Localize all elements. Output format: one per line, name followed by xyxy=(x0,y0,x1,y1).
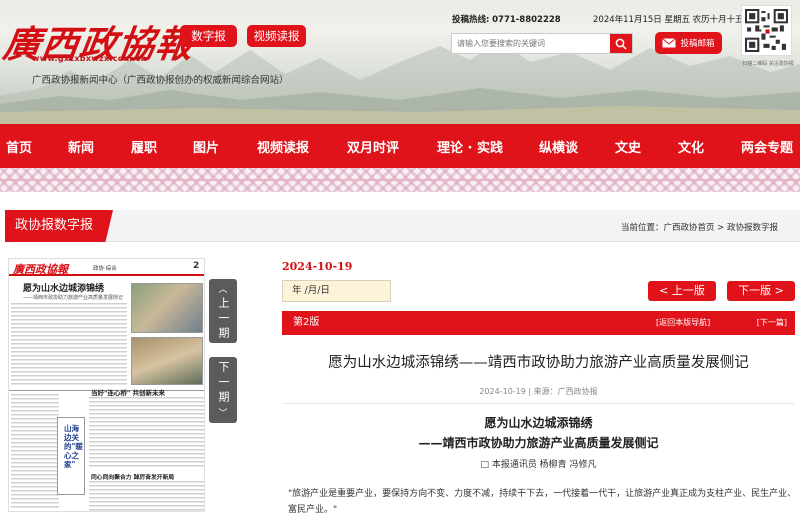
chevron-down-icon: ﹀ xyxy=(218,409,228,419)
paper-headline: 愿为山水边城添锦绣 xyxy=(23,284,105,294)
nav-item-8[interactable]: 文史 xyxy=(615,137,641,156)
nav-item-4[interactable]: 视频读报 xyxy=(257,137,309,156)
newspaper-page-thumbnail[interactable]: 廣西政協報 政协·综合 2 愿为山水边城添锦绣 ——靖西市政协助力旅游产业高质量… xyxy=(8,258,205,512)
site-description: 广西政协报新闻中心（广西政协报创办的权威新闻综合网站） xyxy=(32,75,289,86)
search-button[interactable] xyxy=(610,34,632,53)
edition-bar: 第2版 [返回本版导航] [下一篇] xyxy=(282,311,795,335)
article-body: "旅游产业是重要产业，要保持方向不变、力度不减，持续干下去，一代接着一代干，让旅… xyxy=(288,489,797,515)
article-divider xyxy=(284,403,794,404)
date-picker[interactable]: 年 /月/日 xyxy=(282,280,391,302)
hotline: 投稿热线: 0771-8802228 xyxy=(452,13,561,25)
nav-item-10[interactable]: 两会专题 xyxy=(741,137,793,156)
nav-item-2[interactable]: 履职 xyxy=(131,137,157,156)
article-subheading: ——靖西市政协助力旅游产业高质量发展侧记 xyxy=(418,436,659,450)
next-issue-label: 下一期 xyxy=(217,361,230,406)
paper-text-block-1 xyxy=(11,303,127,387)
hotline-number: 0771-8802228 xyxy=(492,15,561,25)
prev-page-button[interactable]: < 上一版 xyxy=(648,281,716,301)
current-date: 2024年11月15日 星期五 农历十月十五 xyxy=(593,15,744,25)
nav-item-1[interactable]: 新闻 xyxy=(68,137,94,156)
logo-url: www.gxzxbxwzx.com.cn xyxy=(32,54,147,63)
paper-text-block-2 xyxy=(89,397,204,469)
paper-photo-2 xyxy=(131,337,203,385)
breadcrumb[interactable]: 当前位置：广西政协首页 > 政协报数字报 xyxy=(621,221,778,233)
paper-photo-1 xyxy=(131,283,203,333)
paper-side-text: 山海边关的"暖心之家" xyxy=(64,424,83,469)
article-author: □ 本报通讯员 杨柳青 冯修凡 xyxy=(480,460,597,470)
prev-issue-label: 上一期 xyxy=(217,297,230,342)
nav-item-0[interactable]: 首页 xyxy=(6,137,32,156)
paper-box1-title: 当好"连心桥" 共创新未来 xyxy=(91,389,166,397)
submit-email-button[interactable]: 投稿邮箱 xyxy=(655,32,722,54)
edition-label: 第2版 xyxy=(293,317,320,328)
digital-paper-button[interactable]: 数字报 xyxy=(180,25,237,47)
qr-code xyxy=(741,5,792,56)
search-icon xyxy=(615,38,627,50)
nav-item-9[interactable]: 文化 xyxy=(678,137,704,156)
prev-issue-button[interactable]: ︿ 上一期 xyxy=(209,279,237,343)
hotline-label: 投稿热线: xyxy=(452,15,490,25)
nav-item-6[interactable]: 理论 · 实践 xyxy=(437,137,503,156)
paper-side-box: 山海边关的"暖心之家" xyxy=(57,417,85,495)
next-issue-button[interactable]: 下一期 ﹀ xyxy=(209,357,237,423)
main-nav: 首页 新闻 履职 图片 视频读报 双月时评 理论 · 实践 纵横谈 文史 文化 两会专题 xyxy=(0,124,800,168)
paper-page-number: 2 xyxy=(193,261,200,271)
paper-text-block-3 xyxy=(89,481,204,511)
nav-item-3[interactable]: 图片 xyxy=(193,137,219,156)
submit-email-label: 投稿邮箱 xyxy=(680,39,715,49)
nav-item-7[interactable]: 纵横谈 xyxy=(539,137,578,156)
search-input[interactable] xyxy=(452,34,610,53)
back-nav-link[interactable]: [返回本版导航] xyxy=(656,311,710,335)
paper-rule xyxy=(9,274,204,276)
qr-label: 扫描二维码 关注政协报 xyxy=(742,61,794,67)
paper-subhead: ——靖西市政协助力旅游产业高质量发展侧记 xyxy=(23,295,124,301)
section-bar: 政协报数字报 当前位置：广西政协首页 > 政协报数字报 xyxy=(5,210,800,242)
section-title: 政协报数字报 xyxy=(5,210,113,242)
article-heading: 愿为山水边城添锦绣 xyxy=(484,416,593,430)
search-box xyxy=(451,33,633,54)
issue-date: 2024-10-19 xyxy=(282,260,353,273)
article-meta: 2024-10-19 | 来源：广西政协报 xyxy=(479,387,598,396)
article-title: 愿为山水边城添锦绣——靖西市政协助力旅游产业高质量发展侧记 xyxy=(328,355,749,371)
chevron-up-icon: ︿ xyxy=(218,285,228,295)
paper-page-tag: 政协·综合 xyxy=(93,266,117,272)
nav-item-5[interactable]: 双月时评 xyxy=(347,137,399,156)
site-header: 廣西政協報 www.gxzxbxwzx.com.cn 广西政协报新闻中心（广西政… xyxy=(0,0,800,124)
next-page-button[interactable]: 下一版 > xyxy=(727,281,795,301)
paper-text-column xyxy=(11,394,59,510)
decorative-border xyxy=(0,168,800,192)
video-read-button[interactable]: 视频读报 xyxy=(247,25,306,47)
mail-icon xyxy=(662,38,677,48)
next-article-link[interactable]: [下一篇] xyxy=(757,311,787,335)
paper-box2-title: 同心同向聚合力 踔厉奋发开新局 xyxy=(91,475,175,481)
